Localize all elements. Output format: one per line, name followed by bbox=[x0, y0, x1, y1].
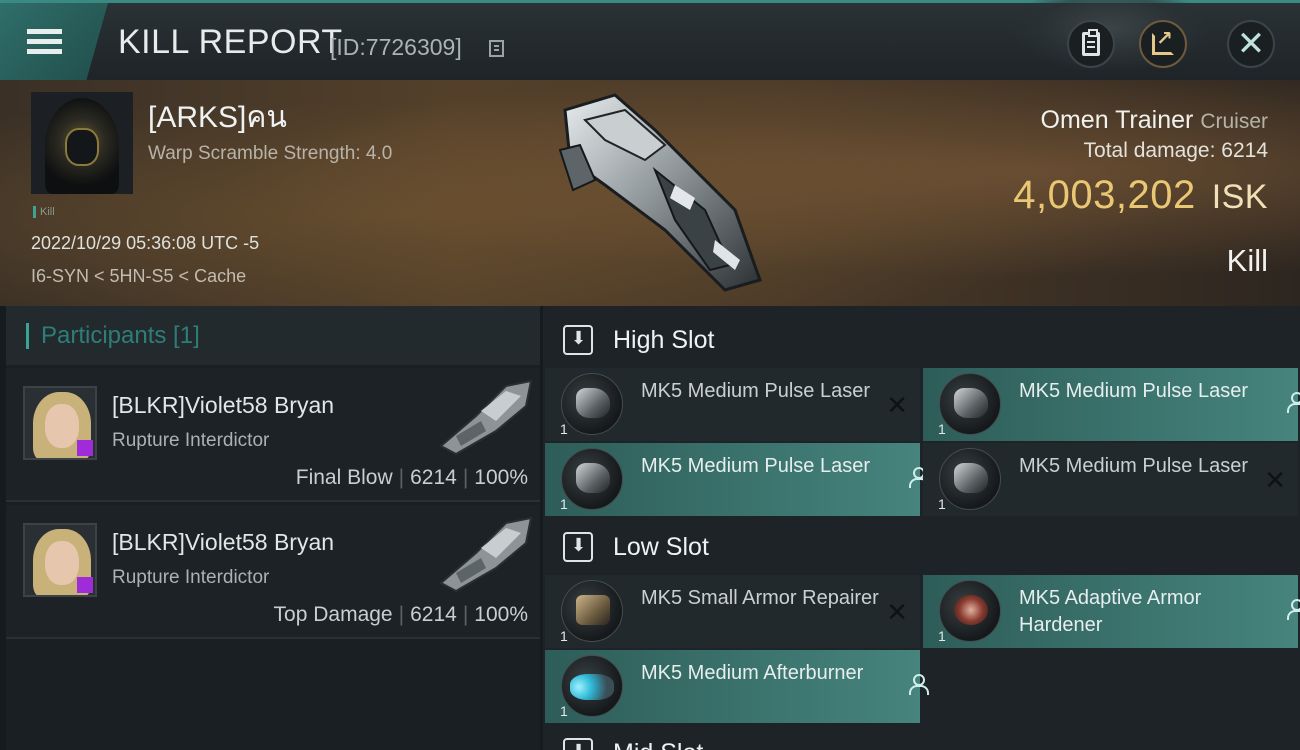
clipboard-icon bbox=[1082, 29, 1100, 56]
high-slot-title: High Slot bbox=[613, 325, 715, 354]
participant-ship: Rupture Interdictor bbox=[112, 567, 270, 588]
module-item[interactable]: 1 MK5 Medium Pulse Laser ✕ bbox=[545, 368, 920, 441]
isk-unit: ISK bbox=[1211, 178, 1268, 216]
menu-icon-bar bbox=[27, 49, 62, 54]
victim-banner: [ARKS]คน Warp Scramble Strength: 4.0 Kil… bbox=[0, 80, 1300, 306]
participant-ship: Rupture Interdictor bbox=[112, 430, 270, 451]
victim-avatar[interactable] bbox=[31, 92, 133, 194]
module-item[interactable]: 1 MK5 Medium Pulse Laser bbox=[923, 368, 1298, 441]
high-slot-header: High Slot bbox=[543, 311, 1300, 369]
result-label: Kill bbox=[1226, 243, 1268, 278]
module-qty: 1 bbox=[938, 628, 946, 644]
laser-icon bbox=[561, 448, 623, 510]
badge-icon bbox=[77, 577, 93, 593]
low-slot-header: Low Slot bbox=[543, 518, 1300, 576]
destroyed-icon: ✕ bbox=[886, 390, 908, 420]
victim-name[interactable]: [ARKS]คน bbox=[148, 94, 287, 141]
laser-icon bbox=[939, 373, 1001, 435]
victim-ship-name[interactable]: Omen Trainer Cruiser bbox=[1041, 106, 1268, 135]
participant-card[interactable]: [BLKR]Violet58 Bryan Rupture Interdictor… bbox=[6, 505, 540, 639]
participant-card[interactable]: [BLKR]Violet58 Bryan Rupture Interdictor… bbox=[6, 368, 540, 502]
laser-icon bbox=[561, 373, 623, 435]
participant-percent: 100% bbox=[474, 466, 528, 489]
module-name: MK5 Small Armor Repairer bbox=[641, 587, 879, 609]
module-qty: 1 bbox=[938, 421, 946, 437]
menu-icon bbox=[27, 29, 62, 34]
copy-id-icon[interactable] bbox=[489, 40, 504, 57]
mid-slot-title: Mid Slot bbox=[613, 739, 703, 750]
victim-ship-image bbox=[558, 93, 762, 292]
ship-class: Cruiser bbox=[1200, 110, 1268, 133]
participants-header: Participants [1] bbox=[6, 306, 540, 365]
laser-icon bbox=[939, 448, 1001, 510]
participant-damage: 6214 bbox=[410, 466, 457, 489]
low-slot-icon bbox=[563, 532, 593, 562]
badge-icon bbox=[77, 440, 93, 456]
module-item[interactable]: 1 MK5 Adaptive Armor Hardener bbox=[923, 575, 1298, 648]
participant-role: Top Damage bbox=[273, 603, 393, 626]
participant-avatar[interactable] bbox=[23, 386, 97, 460]
report-id: [ID:7726309] bbox=[330, 34, 462, 60]
armor-hardener-icon bbox=[939, 580, 1001, 642]
kill-date: 2022/10/29 05:36:08 UTC -5 bbox=[31, 233, 260, 253]
participants-panel: Participants [1] [BLKR]Violet58 Bryan Ru… bbox=[6, 306, 540, 750]
kill-tag: Kill bbox=[33, 206, 55, 218]
module-qty: 1 bbox=[560, 703, 568, 719]
module-qty: 1 bbox=[560, 496, 568, 512]
header-bar: KILL REPORT [ID:7726309] ✕ bbox=[0, 0, 1300, 80]
participant-avatar[interactable] bbox=[23, 523, 97, 597]
share-icon bbox=[1152, 26, 1174, 55]
afterburner-icon bbox=[561, 655, 623, 717]
module-name: MK5 Medium Pulse Laser bbox=[1019, 380, 1248, 402]
close-button[interactable]: ✕ bbox=[1227, 20, 1275, 68]
fitting-panel: High Slot 1 MK5 Medium Pulse Laser ✕ 1 M… bbox=[543, 306, 1300, 750]
module-name: MK5 Adaptive Armor Hardener bbox=[1019, 587, 1202, 636]
kill-location[interactable]: I6-SYN < 5HN-S5 < Cache bbox=[31, 266, 246, 287]
menu-button[interactable] bbox=[0, 3, 108, 80]
close-icon: ✕ bbox=[1236, 25, 1266, 63]
module-qty: 1 bbox=[560, 421, 568, 437]
destroyed-icon: ✕ bbox=[886, 597, 908, 627]
page-title: KILL REPORT bbox=[118, 23, 343, 61]
total-damage: Total damage: 6214 bbox=[1083, 139, 1268, 162]
participant-name[interactable]: [BLKR]Violet58 Bryan bbox=[112, 392, 334, 419]
destroyed-icon: ✕ bbox=[1264, 465, 1286, 495]
module-item[interactable]: 1 MK5 Medium Pulse Laser ✕ bbox=[923, 443, 1298, 516]
module-name: MK5 Medium Pulse Laser bbox=[641, 380, 870, 402]
isk-amount: 4,003,202 bbox=[1013, 173, 1196, 217]
clipboard-button[interactable] bbox=[1067, 20, 1115, 68]
module-qty: 1 bbox=[938, 496, 946, 512]
participants-title: Participants [1] bbox=[26, 323, 200, 349]
participant-ship-image bbox=[439, 516, 533, 593]
mid-slot-header: Mid Slot bbox=[543, 724, 1300, 750]
warp-scramble-strength: Warp Scramble Strength: 4.0 bbox=[148, 143, 393, 164]
participant-percent: 100% bbox=[474, 603, 528, 626]
participant-name[interactable]: [BLKR]Violet58 Bryan bbox=[112, 529, 334, 556]
isk-value: 4,003,202 ISK bbox=[1013, 173, 1268, 218]
participant-stats: Final Blow | 6214 | 100% bbox=[295, 466, 528, 489]
menu-icon-bar bbox=[27, 39, 62, 44]
module-name: MK5 Medium Pulse Laser bbox=[641, 455, 870, 477]
ship-name-text: Omen Trainer bbox=[1040, 106, 1194, 134]
module-name: MK5 Medium Pulse Laser bbox=[1019, 455, 1248, 477]
low-slot-title: Low Slot bbox=[613, 532, 709, 561]
participant-damage: 6214 bbox=[410, 603, 457, 626]
share-button[interactable] bbox=[1139, 20, 1187, 68]
module-item[interactable]: 1 MK5 Medium Afterburner bbox=[545, 650, 920, 723]
participant-stats: Top Damage | 6214 | 100% bbox=[273, 603, 528, 626]
high-slot-icon bbox=[563, 325, 593, 355]
participant-role: Final Blow bbox=[295, 466, 393, 489]
module-qty: 1 bbox=[560, 628, 568, 644]
module-item[interactable]: 1 MK5 Medium Pulse Laser bbox=[545, 443, 920, 516]
mid-slot-icon bbox=[563, 738, 593, 750]
module-name: MK5 Medium Afterburner bbox=[641, 662, 864, 684]
participant-ship-image bbox=[439, 379, 533, 456]
module-item[interactable]: 1 MK5 Small Armor Repairer ✕ bbox=[545, 575, 920, 648]
armor-repairer-icon bbox=[561, 580, 623, 642]
